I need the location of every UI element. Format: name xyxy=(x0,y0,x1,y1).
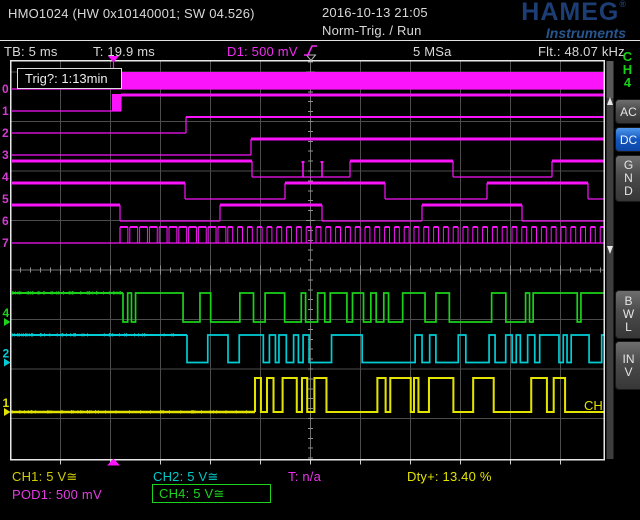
svg-text:1: 1 xyxy=(3,396,10,410)
bwl-button-label: BWL xyxy=(623,295,635,334)
svg-text:0: 0 xyxy=(2,82,9,96)
sidebar-channel-title: CH4 xyxy=(621,50,634,89)
ac-button-label: AC xyxy=(620,105,637,119)
bandwidth-limit-button[interactable]: BWL xyxy=(615,290,640,339)
svg-text:4: 4 xyxy=(3,306,10,320)
svg-text:6: 6 xyxy=(2,214,9,228)
rising-edge-icon xyxy=(303,43,318,58)
channel-clip-label: CH xyxy=(584,398,603,413)
svg-text:7: 7 xyxy=(2,236,9,250)
gnd-button-label: GND xyxy=(623,159,635,198)
invert-button[interactable]: INV xyxy=(615,341,640,390)
trigger-warning-box: Trig?: 1:13min xyxy=(17,68,122,89)
svg-text:1: 1 xyxy=(2,104,9,118)
svg-text:5: 5 xyxy=(2,192,9,206)
oscilloscope-screen: HMO1024 (HW 0x10140001; SW 04.526) 2016-… xyxy=(0,0,640,520)
svg-text:4: 4 xyxy=(2,170,9,184)
svg-text:2: 2 xyxy=(3,347,10,361)
svg-text:2: 2 xyxy=(2,126,9,140)
gnd-button[interactable]: GND xyxy=(615,155,640,202)
coupling-dc-button[interactable]: DC xyxy=(615,127,640,152)
svg-text:3: 3 xyxy=(2,148,9,162)
coupling-ac-button[interactable]: AC xyxy=(615,99,640,124)
dc-button-label: DC xyxy=(620,133,637,147)
inv-button-label: INV xyxy=(623,353,635,379)
